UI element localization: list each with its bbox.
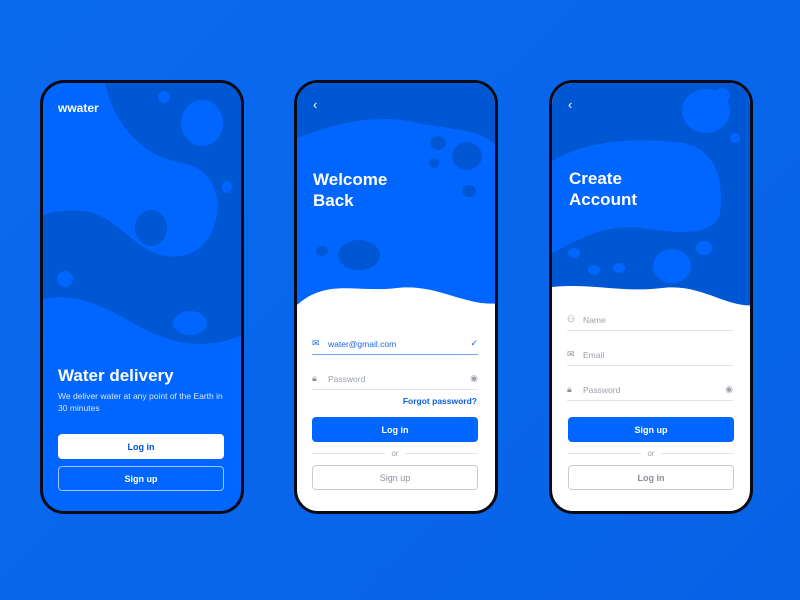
- create-account-title: Create Account: [569, 168, 637, 210]
- login-button[interactable]: Log in: [312, 417, 478, 442]
- password-placeholder: Password: [583, 384, 621, 395]
- email-field[interactable]: ✉ water@gmail.com ✓: [312, 333, 478, 355]
- back-chevron-icon[interactable]: ‹: [313, 97, 317, 112]
- email-value: water@gmail.com: [328, 338, 397, 349]
- back-chevron-icon[interactable]: ‹: [568, 97, 572, 112]
- lock-icon: 🔒︎: [312, 373, 317, 383]
- phone-signup-screen: ‹ Create Account ⚇ Name ✉ Email 🔒︎ Passwo…: [549, 80, 753, 514]
- title-line-2: Account: [569, 190, 637, 209]
- eye-off-icon[interactable]: ◉: [470, 373, 478, 384]
- lock-icon: 🔒︎: [567, 384, 572, 394]
- title-line-1: Create: [569, 169, 622, 188]
- splash-title: Water delivery: [58, 366, 174, 385]
- forgot-password-link[interactable]: Forgot password?: [403, 396, 477, 406]
- or-label: or: [391, 449, 399, 458]
- or-divider: or: [312, 449, 478, 458]
- check-icon: ✓: [470, 338, 478, 348]
- email-placeholder: Email: [583, 349, 605, 360]
- splash-subtitle: We deliver water at any point of the Ear…: [58, 391, 223, 413]
- login-button[interactable]: Log in: [58, 434, 224, 459]
- app-logo: wwater: [58, 101, 99, 115]
- title-line-2: Back: [313, 191, 354, 210]
- user-icon: ⚇: [567, 314, 576, 324]
- password-field[interactable]: 🔒︎ Password ◉: [567, 379, 733, 401]
- eye-off-icon[interactable]: ◉: [725, 384, 733, 395]
- signup-button[interactable]: Sign up: [568, 417, 734, 442]
- name-field[interactable]: ⚇ Name: [567, 309, 733, 331]
- name-placeholder: Name: [583, 314, 606, 325]
- or-divider: or: [568, 449, 734, 458]
- signup-button[interactable]: Sign up: [58, 466, 224, 491]
- phone-splash-screen: wwater Water delivery We deliver water a…: [40, 80, 244, 514]
- password-field[interactable]: 🔒︎ Password ◉: [312, 368, 478, 390]
- login-button[interactable]: Log in: [568, 465, 734, 490]
- mail-icon: ✉: [312, 338, 320, 348]
- welcome-title: Welcome Back: [313, 169, 387, 211]
- title-line-1: Welcome: [313, 170, 388, 189]
- mail-icon: ✉: [567, 349, 575, 359]
- email-field[interactable]: ✉ Email: [567, 344, 733, 366]
- password-placeholder: Password: [328, 373, 366, 384]
- or-label: or: [647, 449, 655, 458]
- phone-login-screen: ‹ Welcome Back ✉ water@gmail.com ✓ 🔒︎ Pas…: [294, 80, 498, 514]
- signup-button[interactable]: Sign up: [312, 465, 478, 490]
